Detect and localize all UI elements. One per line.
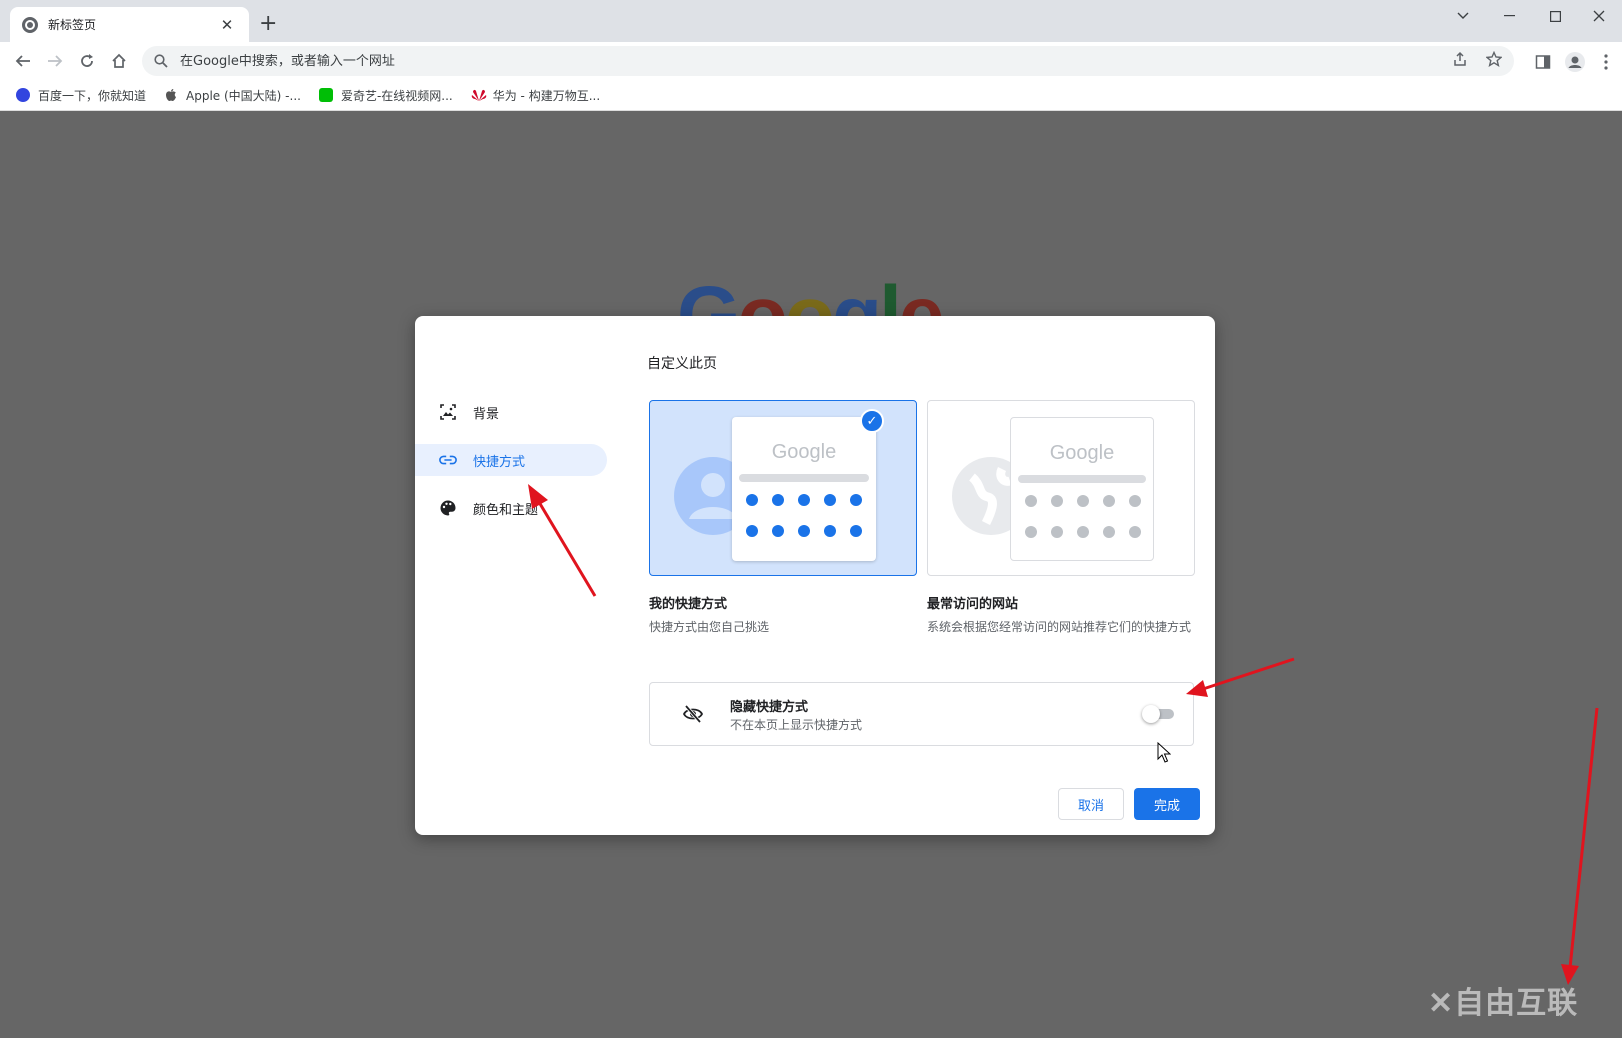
toggle-knob [1142, 705, 1160, 723]
preview-logo: Google [771, 441, 837, 463]
nav-label: 颜色和主题 [473, 502, 539, 518]
omnibox-input[interactable] [180, 53, 1452, 69]
bookmark-huawei[interactable]: 华为 - 构建万物互... [471, 87, 600, 104]
baidu-icon [16, 88, 30, 102]
nav-item-shortcuts[interactable]: 快捷方式 [415, 444, 607, 476]
card-desc-my-shortcuts: 快捷方式由您自己挑选 [649, 620, 770, 634]
side-panel-icon[interactable] [1531, 50, 1555, 74]
preview-shortcut-dots [746, 494, 876, 537]
nav-label: 快捷方式 [473, 454, 526, 470]
preview-page: Google [1010, 417, 1154, 561]
browser-chrome: 新标签页 ✕ + 在Google中搜索，或者输入一个网址 百度一下，你就知道 A… [0, 0, 1622, 111]
search-icon [154, 54, 168, 68]
hide-shortcuts-title: 隐藏快捷方式 [730, 700, 809, 715]
nav-item-colors-themes[interactable]: 颜色和主题 [415, 492, 607, 524]
preview-searchbar [1018, 475, 1146, 483]
minimize-icon[interactable] [1486, 0, 1532, 32]
card-most-visited[interactable]: Google [927, 400, 1195, 576]
forward-icon[interactable] [42, 48, 68, 74]
bookmark-label: 华为 - 构建万物互... [492, 88, 601, 103]
palette-icon [439, 499, 457, 517]
apple-icon [164, 88, 178, 102]
card-my-shortcuts[interactable]: Google ✓ [649, 400, 917, 576]
mouse-cursor-icon [1157, 742, 1171, 763]
hide-shortcuts-toggle[interactable] [1142, 705, 1174, 723]
bookmark-label: 百度一下，你就知道 [38, 88, 147, 103]
dialog-title: 自定义此页 [647, 356, 717, 372]
link-icon [439, 451, 457, 469]
watermark-logo: ✕自由互联 [1428, 987, 1579, 1020]
bookmark-star-icon[interactable] [1485, 50, 1503, 71]
nav-item-background[interactable]: 背景 [415, 396, 607, 428]
home-icon[interactable] [106, 48, 132, 74]
chrome-icon [22, 16, 38, 33]
done-button[interactable]: 完成 [1134, 788, 1200, 820]
card-title-most-visited: 最常访问的网站 [927, 597, 1019, 612]
bookmark-baidu[interactable]: 百度一下，你就知道 [16, 87, 146, 104]
selected-check-icon: ✓ [860, 409, 884, 433]
customize-dialog: 背景 快捷方式 颜色和主题 自定义此页 Google ✓ Google 我的快捷… [415, 316, 1215, 835]
bookmark-label: Apple (中国大陆) -... [186, 88, 301, 103]
preview-logo: Google [1049, 442, 1115, 464]
cancel-button[interactable]: 取消 [1058, 788, 1124, 820]
preview-searchbar [739, 474, 869, 482]
tab-new-tab[interactable]: 新标签页 ✕ [10, 7, 249, 42]
bookmark-iqiyi[interactable]: 爱奇艺-在线视频网... [318, 87, 453, 104]
new-tab-button[interactable]: + [259, 12, 277, 36]
share-icon[interactable] [1452, 51, 1468, 71]
iqiyi-icon [318, 88, 333, 102]
window-close-icon[interactable] [1576, 0, 1622, 32]
card-desc-most-visited: 系统会根据您经常访问的网站推荐它们的快捷方式 [927, 620, 1192, 634]
card-title-my-shortcuts: 我的快捷方式 [649, 597, 728, 612]
maximize-icon[interactable] [1532, 0, 1578, 32]
preview-shortcut-dots [1025, 495, 1153, 538]
tab-search-icon[interactable] [1440, 0, 1486, 32]
tab-close-icon[interactable]: ✕ [217, 16, 237, 34]
hide-shortcuts-row: 隐藏快捷方式 不在本页上显示快捷方式 [649, 682, 1194, 746]
back-icon[interactable] [10, 48, 36, 74]
omnibox[interactable] [142, 46, 1514, 76]
dialog-sidenav: 背景 快捷方式 颜色和主题 [415, 396, 607, 540]
profile-avatar-icon[interactable] [1563, 50, 1587, 74]
toolbar [0, 42, 1622, 80]
huawei-icon [471, 88, 487, 102]
bookmarks-bar: 百度一下，你就知道 Apple (中国大陆) -... 爱奇艺-在线视频网...… [0, 80, 1622, 111]
hide-shortcuts-desc: 不在本页上显示快捷方式 [730, 718, 863, 732]
tab-strip: 新标签页 ✕ + [0, 0, 1622, 42]
menu-icon[interactable] [1594, 50, 1618, 74]
background-image-icon [439, 403, 457, 421]
nav-label: 背景 [473, 406, 500, 422]
bookmark-label: 爱奇艺-在线视频网... [340, 88, 453, 103]
reload-icon[interactable] [74, 48, 100, 74]
eye-off-icon [682, 704, 704, 724]
bookmark-apple[interactable]: Apple (中国大陆) -... [164, 87, 301, 104]
tab-title: 新标签页 [48, 18, 97, 32]
preview-page: Google [732, 417, 876, 561]
